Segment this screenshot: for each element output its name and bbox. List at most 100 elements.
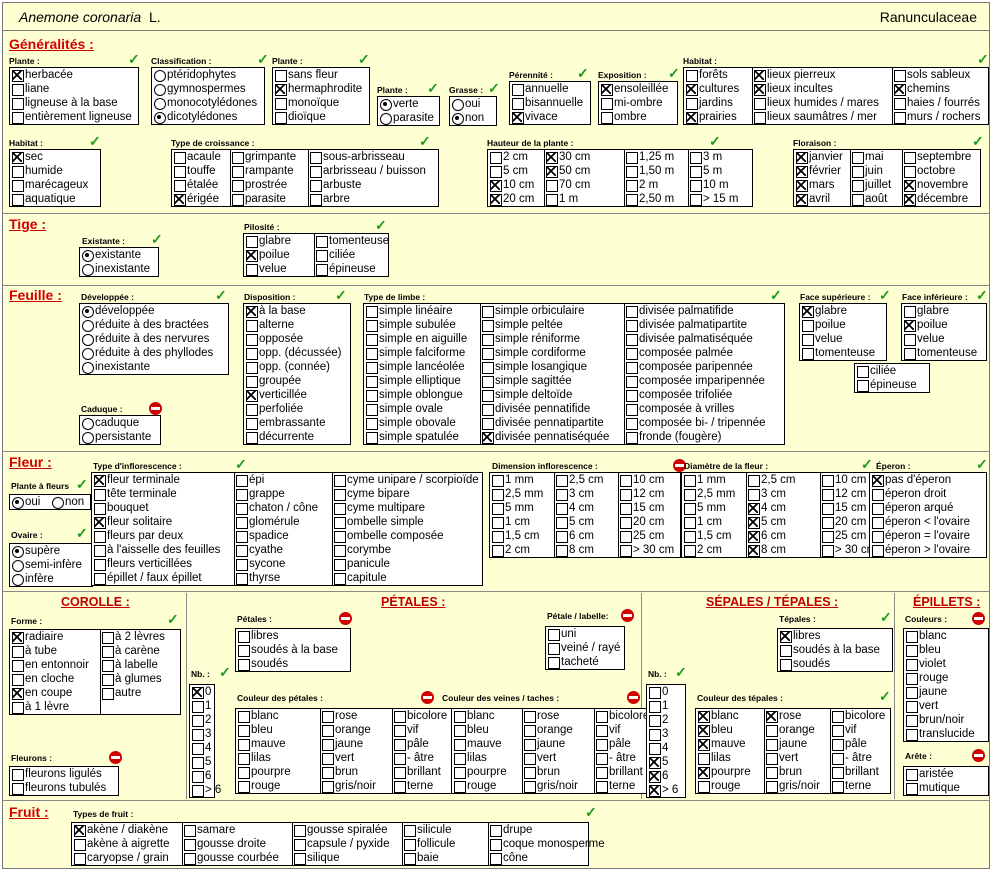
- checkbox-option[interactable]: 2 cm: [684, 543, 722, 557]
- checkbox-option[interactable]: épineuse: [857, 378, 917, 392]
- checkbox-option[interactable]: lilas: [238, 751, 271, 765]
- checkbox-option[interactable]: rose: [322, 709, 357, 723]
- checkbox-option[interactable]: 20 cm: [620, 515, 664, 529]
- radio-option[interactable]: réduite à des nervures: [82, 332, 209, 346]
- checkbox-option[interactable]: blanc: [454, 709, 495, 723]
- checkbox-option[interactable]: terne: [832, 779, 871, 793]
- radio-option[interactable]: non: [52, 495, 84, 509]
- checkbox-option[interactable]: 1 mm: [684, 473, 726, 487]
- checkbox-option[interactable]: brun: [524, 765, 560, 779]
- checkbox-option[interactable]: 1 cm: [492, 515, 530, 529]
- checkbox-option[interactable]: cyme unipare / scorpioïde: [334, 473, 479, 487]
- checkbox-option[interactable]: 2,5 cm: [556, 473, 604, 487]
- checkbox-option[interactable]: prostrée: [232, 178, 287, 192]
- checkbox-option[interactable]: radiaire: [12, 630, 63, 644]
- checkbox-option[interactable]: pourpre: [238, 765, 291, 779]
- checkbox-option[interactable]: soudés: [238, 657, 288, 671]
- checkbox-option[interactable]: éperon > l'ovaire: [872, 543, 970, 557]
- checkbox-option[interactable]: embrassante: [246, 416, 325, 430]
- checkbox-option[interactable]: simple deltoïde: [482, 388, 572, 402]
- checkbox-option[interactable]: opp. (connée): [246, 360, 330, 374]
- checkbox-option[interactable]: 70 cm: [546, 178, 590, 192]
- radio-option[interactable]: réduite à des phyllodes: [82, 346, 213, 360]
- checkbox-option[interactable]: divisée palmatiséquée: [626, 332, 753, 346]
- checkbox-option[interactable]: dioïque: [275, 110, 326, 124]
- checkbox-option[interactable]: 5 m: [690, 164, 722, 178]
- checkbox-option[interactable]: 8 cm: [748, 543, 786, 557]
- checkbox-option[interactable]: cyathe: [236, 543, 283, 557]
- checkbox-option[interactable]: velue: [904, 332, 945, 346]
- checkbox-option[interactable]: bicolore: [394, 709, 447, 723]
- checkbox-option[interactable]: > 15 m: [690, 192, 738, 206]
- checkbox-option[interactable]: 1 m: [546, 192, 578, 206]
- checkbox-option[interactable]: soudés à la base: [780, 643, 880, 657]
- checkbox-option[interactable]: groupée: [246, 374, 301, 388]
- checkbox-option[interactable]: 1 cm: [684, 515, 722, 529]
- checkbox-option[interactable]: prairies: [686, 110, 737, 124]
- checkbox-option[interactable]: gris/noir: [766, 779, 820, 793]
- checkbox-option[interactable]: > 6: [192, 783, 221, 797]
- checkbox-option[interactable]: jaune: [322, 737, 363, 751]
- checkbox-option[interactable]: bleu: [454, 723, 489, 737]
- checkbox-option[interactable]: caryopse / grain: [74, 851, 169, 865]
- checkbox-option[interactable]: simple falciforme: [366, 346, 465, 360]
- checkbox-option[interactable]: fleurons ligulés: [12, 767, 102, 781]
- checkbox-option[interactable]: tomenteuse: [904, 346, 977, 360]
- checkbox-option[interactable]: érigée: [174, 192, 219, 206]
- checkbox-option[interactable]: 2,50 m: [626, 192, 674, 206]
- radio-option[interactable]: développée: [82, 304, 154, 318]
- radio-option[interactable]: parasite: [380, 111, 434, 125]
- checkbox-option[interactable]: autre: [102, 686, 141, 700]
- checkbox-option[interactable]: 2 cm: [490, 150, 528, 164]
- checkbox-option[interactable]: vif: [596, 723, 621, 737]
- checkbox-option[interactable]: à tube: [12, 644, 57, 658]
- checkbox-option[interactable]: fleur solitaire: [94, 515, 172, 529]
- checkbox-option[interactable]: jardins: [686, 96, 733, 110]
- checkbox-option[interactable]: 1: [192, 699, 211, 713]
- checkbox-option[interactable]: 4 cm: [748, 501, 786, 515]
- checkbox-option[interactable]: 3: [649, 727, 668, 741]
- checkbox-option[interactable]: gris/noir: [322, 779, 376, 793]
- checkbox-option[interactable]: ombre: [601, 110, 647, 124]
- checkbox-option[interactable]: sous-arbrisseau: [310, 150, 405, 164]
- checkbox-option[interactable]: novembre: [904, 178, 968, 192]
- checkbox-option[interactable]: cône: [490, 851, 528, 865]
- checkbox-option[interactable]: simple cordiforme: [482, 346, 586, 360]
- checkbox-option[interactable]: 3: [192, 727, 211, 741]
- checkbox-option[interactable]: gris/noir: [524, 779, 578, 793]
- checkbox-option[interactable]: bicolore: [832, 709, 885, 723]
- checkbox-option[interactable]: 20 cm: [822, 515, 866, 529]
- radio-option[interactable]: inexistante: [82, 262, 150, 276]
- checkbox-option[interactable]: 20 cm: [490, 192, 534, 206]
- checkbox-option[interactable]: janvier: [796, 150, 843, 164]
- checkbox-option[interactable]: éperon < l'ovaire: [872, 515, 970, 529]
- checkbox-option[interactable]: > 30 cm: [620, 543, 674, 557]
- checkbox-option[interactable]: simple orbiculaire: [482, 304, 584, 318]
- checkbox-option[interactable]: bisannuelle: [512, 96, 583, 110]
- checkbox-option[interactable]: cyme multipare: [334, 501, 425, 515]
- checkbox-option[interactable]: lieux saumâtres / mer: [754, 110, 877, 124]
- checkbox-option[interactable]: fronde (fougère): [626, 430, 721, 444]
- checkbox-option[interactable]: glabre: [246, 234, 291, 248]
- checkbox-option[interactable]: 2,5 mm: [684, 487, 735, 501]
- checkbox-option[interactable]: 3 cm: [748, 487, 786, 501]
- checkbox-option[interactable]: capsule / pyxide: [294, 837, 389, 851]
- checkbox-option[interactable]: étalée: [174, 178, 218, 192]
- checkbox-option[interactable]: libres: [238, 629, 278, 643]
- checkbox-option[interactable]: en entonnoir: [12, 658, 89, 672]
- checkbox-option[interactable]: gousse spiralée: [294, 823, 388, 837]
- radio-option[interactable]: existante: [82, 248, 141, 262]
- checkbox-option[interactable]: akène / diakène: [74, 823, 168, 837]
- checkbox-option[interactable]: à 2 lèvres: [102, 630, 165, 644]
- radio-option[interactable]: oui: [12, 495, 40, 509]
- radio-option[interactable]: non: [452, 111, 484, 125]
- radio-option[interactable]: oui: [452, 97, 480, 111]
- checkbox-option[interactable]: rouge: [906, 671, 948, 685]
- checkbox-option[interactable]: - âtre: [832, 751, 872, 765]
- checkbox-option[interactable]: éperon = l'ovaire: [872, 529, 970, 543]
- checkbox-option[interactable]: bleu: [906, 643, 941, 657]
- checkbox-option[interactable]: sols sableux: [894, 68, 970, 82]
- checkbox-option[interactable]: 5 cm: [748, 515, 786, 529]
- checkbox-option[interactable]: liane: [12, 82, 49, 96]
- checkbox-option[interactable]: mauve: [698, 737, 746, 751]
